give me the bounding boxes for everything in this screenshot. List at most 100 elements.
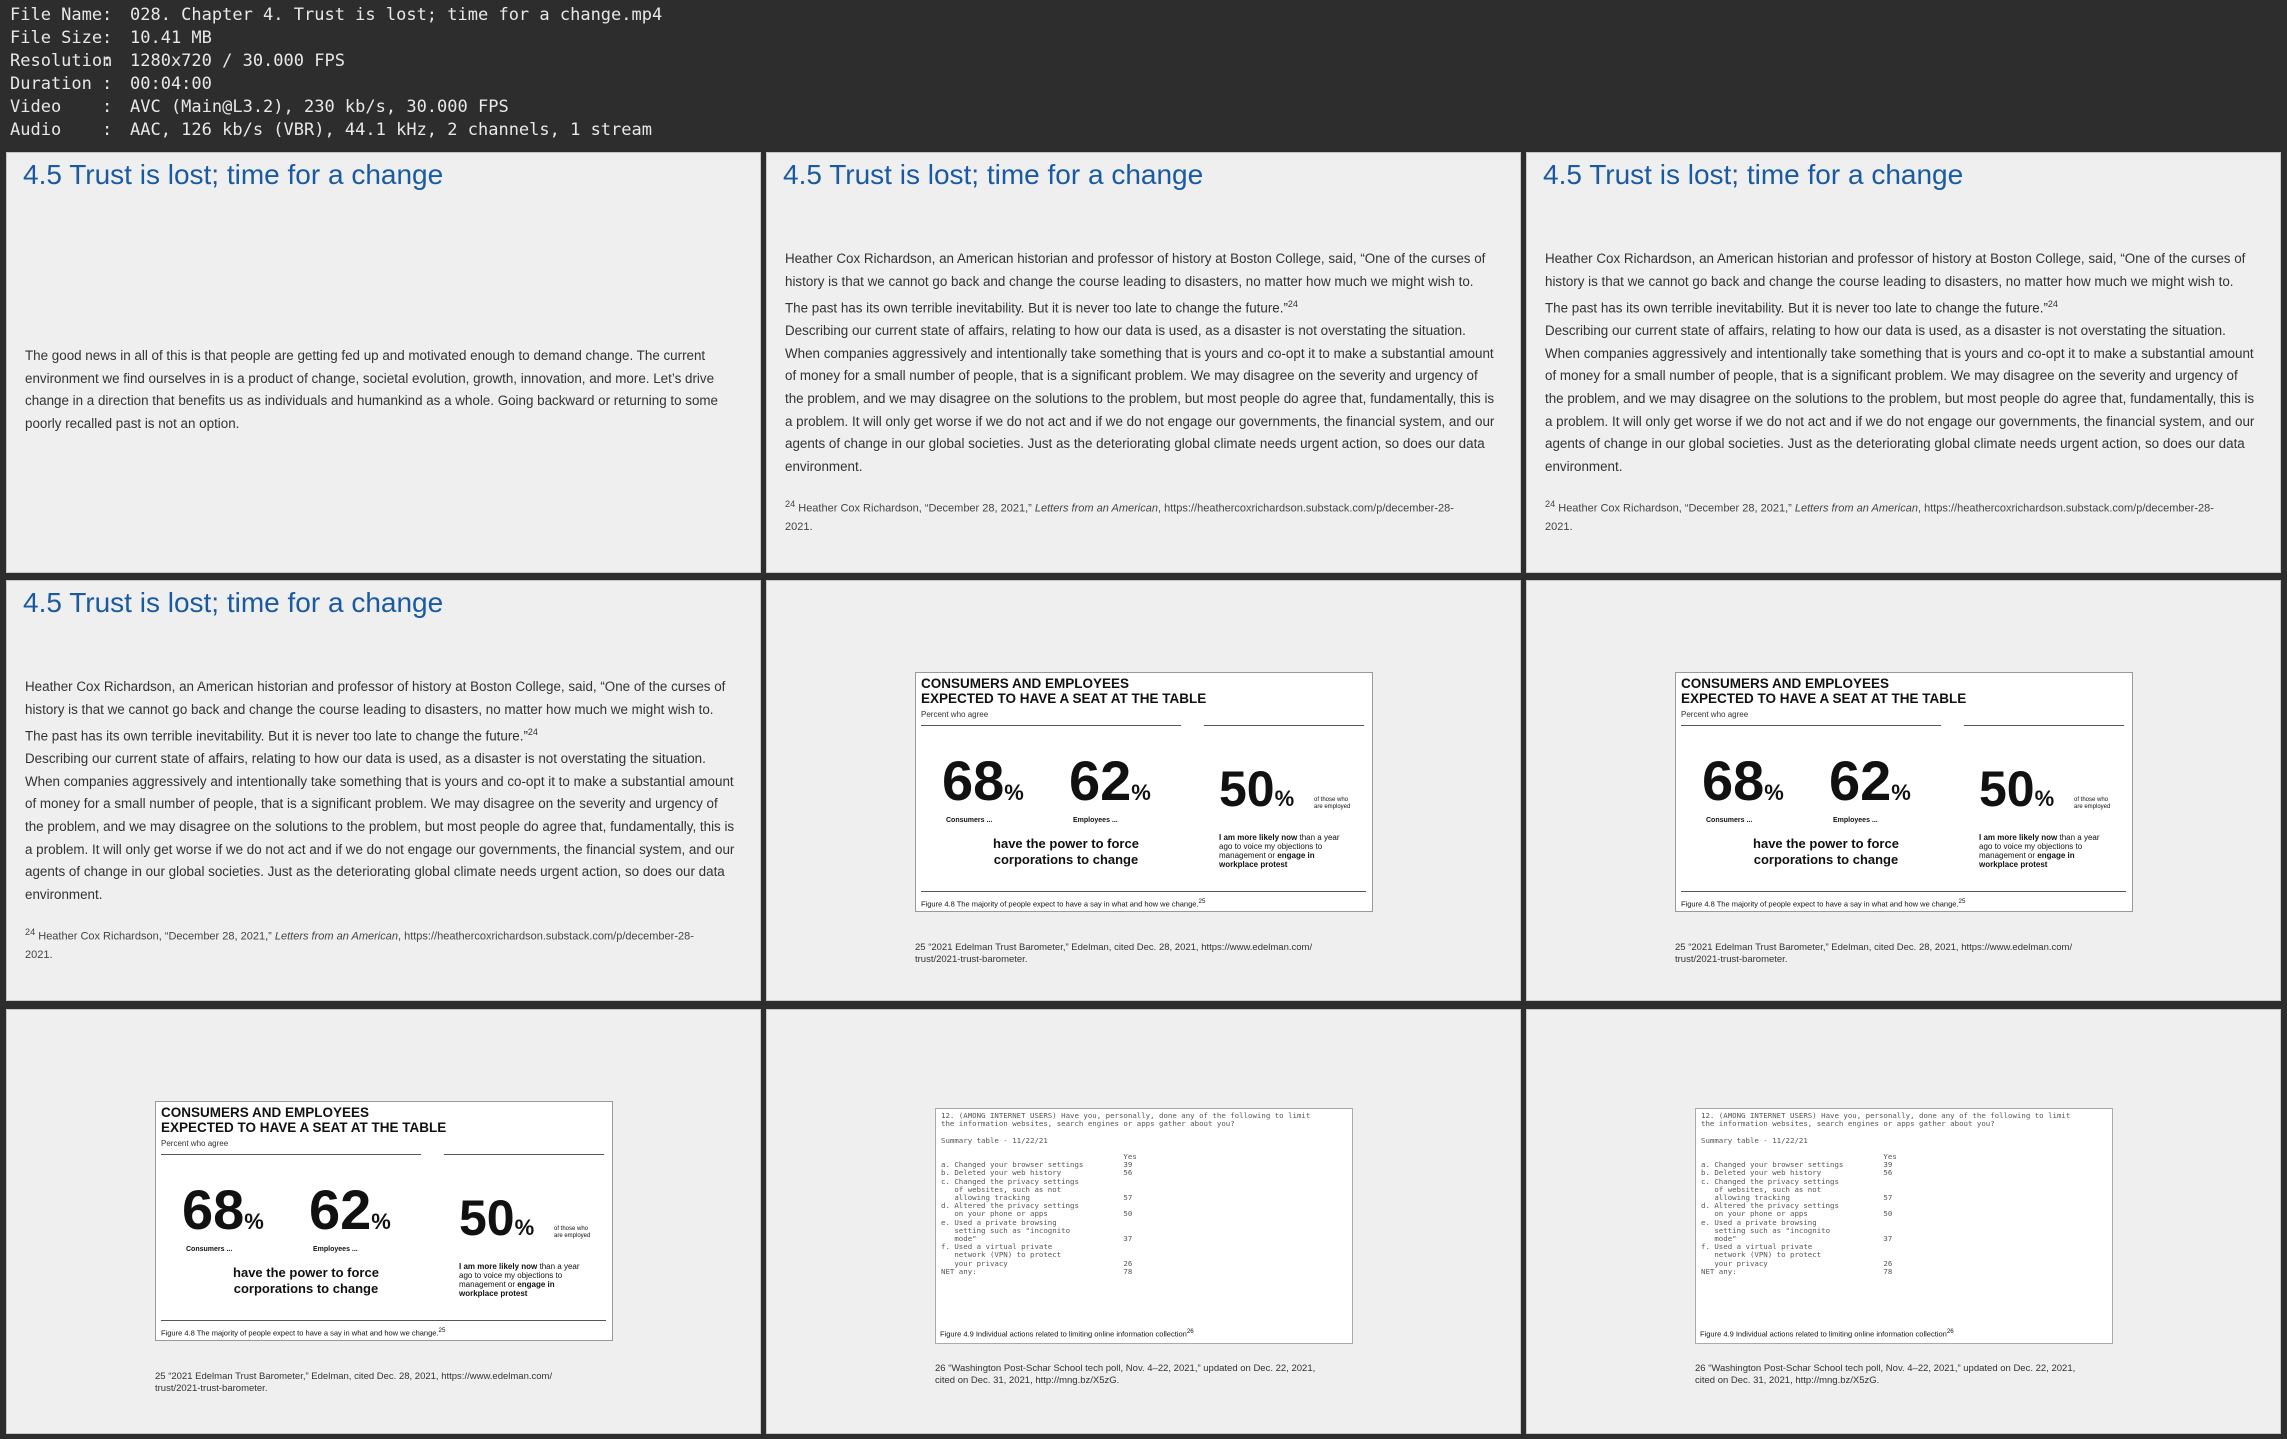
thumbnail-4[interactable]: 4.5 Trust is lost; time for a change Hea… (6, 580, 761, 1001)
percent-sign: % (1891, 780, 1911, 805)
meta-colon: : (102, 74, 113, 94)
caption-text: Figure 4.8 The majority of people expect… (1681, 899, 1959, 909)
footnote-26: 26 “Washington Post-Schar School tech po… (935, 1363, 1315, 1387)
figure-caption: Figure 4.9 Individual actions related to… (1700, 1328, 1954, 1339)
footnote-tail: 2021. (25, 948, 53, 961)
thumbnail-8[interactable]: 12. (AMONG INTERNET USERS) Have you, per… (766, 1009, 1521, 1434)
meta-key: Duration (10, 74, 92, 94)
figure-heading-line: EXPECTED TO HAVE A SEAT AT THE TABLE (921, 691, 1207, 706)
meta-key: Resolution (10, 51, 113, 71)
divider (921, 891, 1366, 892)
stat-employees: 62% (1829, 753, 1911, 821)
middle-line: have the power to force (233, 1265, 379, 1280)
divider (921, 725, 1181, 726)
footnote-24: 24 Heather Cox Richardson, “December 28,… (785, 495, 1505, 536)
note-line: are employed (1314, 804, 1351, 810)
stat-value: 50 (1979, 761, 2035, 817)
note-text: than a year (537, 1262, 580, 1271)
note-bold: workplace protest (1979, 860, 2048, 869)
figure-caption: Figure 4.8 The majority of people expect… (1681, 898, 1965, 909)
thumbnail-9[interactable]: 12. (AMONG INTERNET USERS) Have you, per… (1526, 1009, 2281, 1434)
thumbnail-2[interactable]: 4.5 Trust is lost; time for a change Hea… (766, 152, 1521, 573)
footnote-24: 24 Heather Cox Richardson, “December 28,… (1545, 495, 2265, 536)
footnote-tail: 2021. (1545, 520, 1573, 533)
thumbnail-1[interactable]: 4.5 Trust is lost; time for a change The… (6, 152, 761, 573)
caption-ref: 25 (438, 1327, 446, 1334)
meta-colon: : (102, 51, 113, 71)
footnote-line: 25 “2021 Edelman Trust Barometer,” Edelm… (155, 1371, 553, 1382)
footnote-line: cited on Dec. 31, 2021, http://mng.bz/X5… (1695, 1375, 1880, 1386)
describing-text: Describing our current state of affairs,… (1545, 323, 2255, 474)
stat-consumers-label: Consumers ... (946, 817, 993, 824)
divider (161, 1154, 421, 1155)
figure-caption: Figure 4.9 Individual actions related to… (940, 1328, 1194, 1339)
slide-paragraph: Heather Cox Richardson, an American hist… (1545, 248, 2257, 478)
stat-employees-label: Employees ... (1073, 817, 1118, 824)
footnote-num: 24 (785, 499, 796, 509)
percent-sign: % (2034, 786, 2055, 811)
meta-key: Audio (10, 120, 62, 140)
percent-sign: % (514, 1215, 535, 1240)
footnote-25: 25 “2021 Edelman Trust Barometer,” Edelm… (155, 1371, 552, 1395)
slide-title: 4.5 Trust is lost; time for a change (23, 159, 444, 190)
poll-figure: 12. (AMONG INTERNET USERS) Have you, per… (1695, 1108, 2113, 1344)
footnote-url: , https://heathercoxrichardson.substack.… (1917, 502, 2214, 515)
note-bold: workplace protest (1219, 860, 1288, 869)
footnote-25: 25 “2021 Edelman Trust Barometer,” Edelm… (1675, 942, 2072, 966)
thumbnail-6[interactable]: CONSUMERS AND EMPLOYEES EXPECTED TO HAVE … (1526, 580, 2281, 1001)
meta-colon: : (102, 120, 113, 140)
footnote-line: trust/2021-trust-barometer. (155, 1383, 268, 1394)
note-bold: engage in (2037, 851, 2075, 860)
stat-consumers-label: Consumers ... (186, 1246, 233, 1253)
meta-colon: : (102, 5, 113, 25)
footnote-author: Heather Cox Richardson, “December 28, 20… (798, 502, 1035, 515)
stat-consumers: 68% (942, 753, 1024, 821)
footnote-25: 25 “2021 Edelman Trust Barometer,” Edelm… (915, 942, 1312, 966)
footnote-tail: 2021. (785, 520, 813, 533)
figure-subheading: Percent who agree (1681, 710, 1749, 719)
stat-value: 68 (942, 749, 1005, 812)
caption-text: Figure 4.8 The majority of people expect… (921, 899, 1199, 909)
note-line: of those who (2074, 797, 2109, 803)
meta-value: AVC (Main@L3.2), 230 kb/s, 30.000 FPS (130, 97, 509, 117)
note-text: than a year (1297, 833, 1340, 842)
poll-summary-table: 12. (AMONG INTERNET USERS) Have you, per… (941, 1111, 1311, 1276)
footnote-26: 26 “Washington Post-Schar School tech po… (1695, 1363, 2075, 1387)
slide-title: 4.5 Trust is lost; time for a change (783, 159, 1204, 190)
note-line: of those who (554, 1226, 589, 1232)
footnote-author: Heather Cox Richardson, “December 28, 20… (38, 930, 275, 943)
thumbnail-7[interactable]: CONSUMERS AND EMPLOYEES EXPECTED TO HAVE … (6, 1009, 761, 1434)
footnote-line: 26 “Washington Post-Schar School tech po… (935, 1363, 1316, 1374)
force-change-text: have the power to force corporations to c… (216, 1265, 396, 1297)
file-info-header: File Name: 028. Chapter 4. Trust is lost;… (0, 0, 2287, 150)
footnote-line: 25 “2021 Edelman Trust Barometer,” Edelm… (915, 942, 1313, 953)
stat-employees: 62% (309, 1182, 391, 1250)
meta-row-file-name: File Name: 028. Chapter 4. Trust is lost;… (10, 4, 662, 27)
edelman-figure: CONSUMERS AND EMPLOYEES EXPECTED TO HAVE … (155, 1101, 613, 1341)
stat-employed-note: of those who are employed (1314, 797, 1350, 811)
footnote-ref: 24 (527, 727, 538, 738)
middle-line: have the power to force (993, 836, 1139, 851)
stat-consumers: 68% (1702, 753, 1784, 821)
percent-sign: % (244, 1209, 264, 1234)
meta-key: File Size (10, 28, 103, 48)
note-line: of those who (1314, 797, 1349, 803)
caption-text: Figure 4.9 Individual actions related to… (1700, 1329, 1947, 1338)
thumbnail-5[interactable]: CONSUMERS AND EMPLOYEES EXPECTED TO HAVE … (766, 580, 1521, 1001)
note-bold: I am more likely now (459, 1262, 538, 1271)
figure-heading: CONSUMERS AND EMPLOYEES EXPECTED TO HAVE … (1681, 676, 1966, 706)
divider (1681, 891, 2126, 892)
footnote-work: Letters from an American (274, 930, 398, 943)
figure-caption: Figure 4.8 The majority of people expect… (921, 898, 1205, 909)
stat-employed-note: of those who are employed (2074, 797, 2110, 811)
note-line: are employed (554, 1233, 591, 1239)
thumbnail-3[interactable]: 4.5 Trust is lost; time for a change Hea… (1526, 152, 2281, 573)
meta-value: 028. Chapter 4. Trust is lost; time for … (130, 5, 663, 25)
middle-line: corporations to change (233, 1281, 379, 1296)
slide-paragraph: Heather Cox Richardson, an American hist… (785, 248, 1497, 478)
meta-value: 00:04:00 (130, 74, 212, 94)
quote-text: Heather Cox Richardson, an American hist… (785, 251, 1486, 316)
figure-heading-line: CONSUMERS AND EMPLOYEES (921, 676, 1130, 691)
stat-consumers: 68% (182, 1182, 264, 1250)
footnote-line: 25 “2021 Edelman Trust Barometer,” Edelm… (1675, 942, 2073, 953)
